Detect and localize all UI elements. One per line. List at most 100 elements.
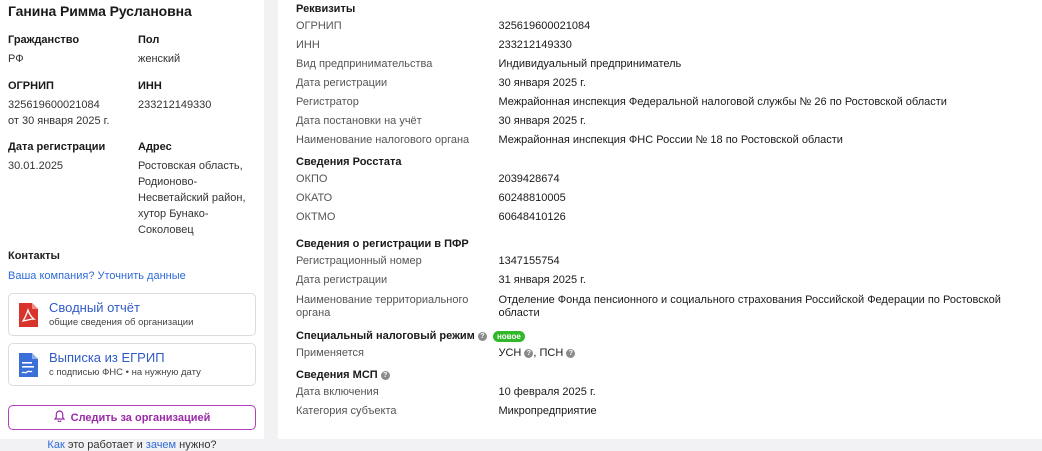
document-signed-icon [19,352,38,377]
details-panel: Реквизиты ОГРНИП 325619600021084 ИНН 233212… [278,0,1042,439]
row-key: ОГРНИП [296,20,342,32]
summary-report-card[interactable]: Сводный отчёт общие сведения об организа… [8,293,256,336]
ogrnip-label: ОГРНИП [8,80,54,92]
detail-row: Дата регистрации 31 января 2025 г. [296,271,1042,290]
row-value: 2039428674 [498,173,560,185]
clarify-data-link[interactable]: Ваша компания? Уточнить данные [8,269,256,283]
address-line: Соколовец [138,224,194,236]
bell-icon [53,410,65,425]
row-key: Регистратор [296,96,359,108]
row-value: Индивидуальный предприниматель [498,58,682,70]
pdf-file-icon [19,302,38,327]
row-value: Отделение Фонда пенсионного и социальног… [498,294,1001,319]
row-value: 31 января 2025 г. [498,274,586,286]
egrip-extract-subtitle: с подписью ФНС • на нужную дату [49,367,201,378]
row-value: Межрайонная инспекция Федеральной налого… [498,96,947,108]
row-key: Дата включения [296,386,379,398]
row-key: Применяется [296,347,365,359]
row-key: Дата регистрации [296,274,388,286]
egrip-extract-card[interactable]: Выписка из ЕГРИП с подписью ФНС • на нуж… [8,343,256,386]
row-value: УСН ?, ПСН ? [498,344,1042,363]
row-value: 30 января 2025 г. [498,115,586,127]
row-value: 10 февраля 2025 г. [498,386,596,398]
follow-organization-button[interactable]: Следить за организацией [8,405,256,430]
ogrnip-value: 325619600021084 [8,99,100,111]
pfr-list: Регистрационный номер 1347155754 Дата реги… [296,252,1042,320]
tax-regime-title: Специальный налоговый режим [296,330,475,342]
row-key: Вид предпринимательства [296,58,433,70]
citizenship-value: РФ [8,53,24,65]
row-value: Межрайонная инспекция ФНС России № 18 по… [498,134,843,146]
new-badge: новое [492,330,525,342]
row-value: Микропредприятие [498,405,597,417]
detail-row: Дата постановки на учёт 30 января 2025 г. [296,112,1042,131]
howto-text: Как это работает и зачем нужно? [8,439,256,451]
summary-report-subtitle: общие сведения об организации [49,317,194,328]
detail-row: Регистратор Межрайонная инспекция Федерал… [296,93,1042,112]
row-value: 60248810005 [498,192,566,204]
row-key: Дата регистрации [296,77,388,89]
regdate-value: 30.01.2025 [8,160,64,172]
why-link[interactable]: зачем [146,439,176,451]
detail-row: Дата включения 10 февраля 2025 г. [296,383,1042,402]
detail-row: ИНН 233212149330 [296,36,1042,55]
regdate-address-block: Дата регистрации Адрес 30.01.2025 Ростов… [8,140,256,238]
inn-value: 233212149330 [138,99,212,111]
pfr-title: Сведения о регистрации в ПФР [296,238,469,250]
msp-title-row: Сведения МСП ? [296,368,1042,383]
tax-regime-title-row: Специальный налоговый режим ? новое [296,329,1042,344]
row-key: ОКПО [296,173,328,185]
ogrnip-values: 325619600021084 от 30 января 2025 г. [8,97,138,129]
howto-text-2: нужно? [176,439,217,451]
row-key: Регистрационный номер [296,255,422,267]
detail-row: ОКАТО 60248810005 [296,189,1042,208]
rosstat-list: ОКПО 2039428674 ОКАТО 60248810005 ОКТМО 60648… [296,170,1042,227]
requisites-list: ОГРНИП 325619600021084 ИНН 233212149330 Вид … [296,17,1042,150]
address-line: хутор Бунако- [138,208,209,220]
detail-row: ОКТМО 60648410126 [296,208,1042,227]
how-link[interactable]: Как [47,439,64,451]
detail-row: Регистрационный номер 1347155754 [296,252,1042,271]
person-name: Ганина Римма Руслановна [8,3,192,19]
msp-title: Сведения МСП [296,369,378,381]
row-value: 60648410126 [498,211,566,223]
msp-list: Дата включения 10 февраля 2025 г. Категори… [296,383,1042,421]
row-key: Категория субъекта [296,405,397,417]
ogrnip-inn-block: ОГРНИП ИНН 325619600021084 от 30 января … [8,79,256,129]
address-label: Адрес [138,141,172,153]
follow-organization-label: Следить за организацией [70,411,211,424]
row-key: ОКАТО [296,192,333,204]
egrip-extract-title: Выписка из ЕГРИП [49,350,165,365]
detail-row: ОГРНИП 325619600021084 [296,17,1042,36]
tax-regime-row: Применяется УСН ?, ПСН ? [296,344,1042,363]
howto-text-1: это работает и [64,439,146,451]
address-line: Родионово- [138,176,198,188]
question-icon[interactable]: ? [380,370,390,380]
detail-row: Наименование территориального органа Отде… [296,294,1042,320]
psn-value: , ПСН [533,347,564,359]
ogrnip-date: от 30 января 2025 г. [8,115,110,127]
row-key: ОКТМО [296,211,336,223]
summary-report-title: Сводный отчёт [49,300,140,315]
citizenship-label: Гражданство [8,34,80,46]
row-key: Дата постановки на учёт [296,115,422,127]
gender-label: Пол [138,34,160,46]
address-value: Ростовская область, Родионово- Несветайс… [138,158,258,238]
company-summary-panel: Ганина Римма Руслановна Гражданство Пол … [0,0,264,451]
row-key: Наименование налогового органа [296,134,470,146]
detail-row: Категория субъекта Микропредприятие [296,402,1042,421]
inn-label: ИНН [138,80,162,92]
row-key: Наименование территориального органа [296,294,469,319]
rosstat-title: Сведения Росстата [296,156,402,168]
detail-row: Дата регистрации 30 января 2025 г. [296,74,1042,93]
gender-value: женский [138,53,181,65]
question-icon[interactable]: ? [566,348,576,358]
row-value: 325619600021084 [498,20,591,32]
row-value: 30 января 2025 г. [498,77,586,89]
regdate-label: Дата регистрации [8,141,106,153]
detail-row: Наименование налогового органа Межрайонна… [296,131,1042,150]
question-icon[interactable]: ? [477,331,487,341]
contacts-title: Контакты [8,250,60,262]
row-key: ИНН [296,39,320,51]
citizenship-gender-block: Гражданство Пол РФ женский [8,33,256,67]
